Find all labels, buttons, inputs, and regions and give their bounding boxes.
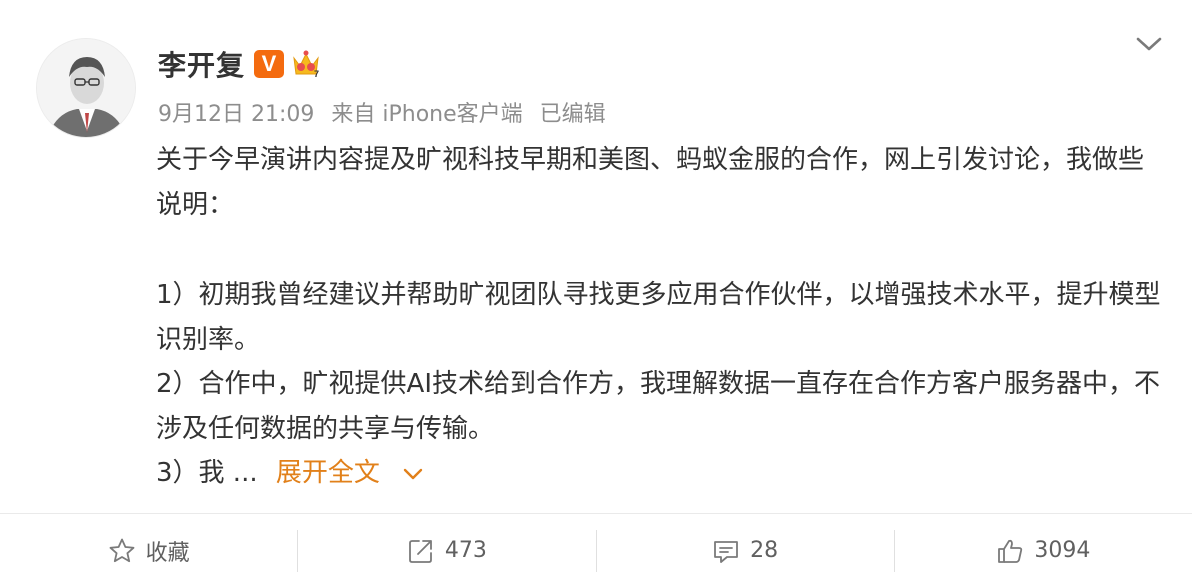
post-paragraph: 关于今早演讲内容提及旷视科技早期和美图、蚂蚁金服的合作，网上引发讨论，我做些说明… xyxy=(156,145,1145,220)
crown-icon: 7 xyxy=(293,50,319,79)
chevron-down-icon[interactable] xyxy=(1134,32,1164,56)
star-icon xyxy=(109,538,135,562)
comment-icon xyxy=(714,540,739,563)
like-button[interactable]: 3094 xyxy=(895,514,1192,587)
author-name[interactable]: 李开复 xyxy=(158,44,245,84)
post-paragraph: 1）初期我曾经建议并帮助旷视团队寻找更多应用合作伙伴，以增强技术水平，提升模型识… xyxy=(156,280,1161,355)
post-date[interactable]: 9月12日 21:09 xyxy=(158,102,314,127)
repost-count: 473 xyxy=(444,538,487,563)
post-paragraph: 2）合作中，旷视提供AI技术给到合作方，我理解数据一直存在合作方客户服务器中，不… xyxy=(156,369,1160,444)
post-content: 关于今早演讲内容提及旷视科技早期和美图、蚂蚁金服的合作，网上引发讨论，我做些说明… xyxy=(156,138,1166,496)
action-bar: 收藏 473 28 3094 xyxy=(0,513,1192,587)
post-meta: 9月12日 21:09 来自 iPhone客户端 已编辑 xyxy=(158,96,616,128)
comment-button[interactable]: 28 xyxy=(597,514,894,587)
avatar[interactable] xyxy=(36,38,136,138)
post-source: 来自 iPhone客户端 xyxy=(331,102,523,127)
svg-text:7: 7 xyxy=(314,69,319,79)
chevron-down-icon[interactable] xyxy=(400,464,426,484)
truncated-text: 3）我 ... xyxy=(156,458,258,488)
like-count: 3094 xyxy=(1034,538,1091,563)
verified-badge-icon: V xyxy=(254,50,284,78)
repost-button[interactable]: 473 xyxy=(298,514,595,587)
edited-label[interactable]: 已编辑 xyxy=(540,102,606,127)
thumbs-up-icon xyxy=(998,539,1023,563)
comment-count: 28 xyxy=(750,538,779,563)
expand-full-text-link[interactable]: 展开全文 xyxy=(276,458,380,488)
share-icon xyxy=(408,539,432,563)
post-truncated-line: 3）我 ... 展开全文 xyxy=(156,451,1166,496)
favorite-label: 收藏 xyxy=(145,540,190,566)
favorite-button[interactable]: 收藏 xyxy=(0,514,297,587)
